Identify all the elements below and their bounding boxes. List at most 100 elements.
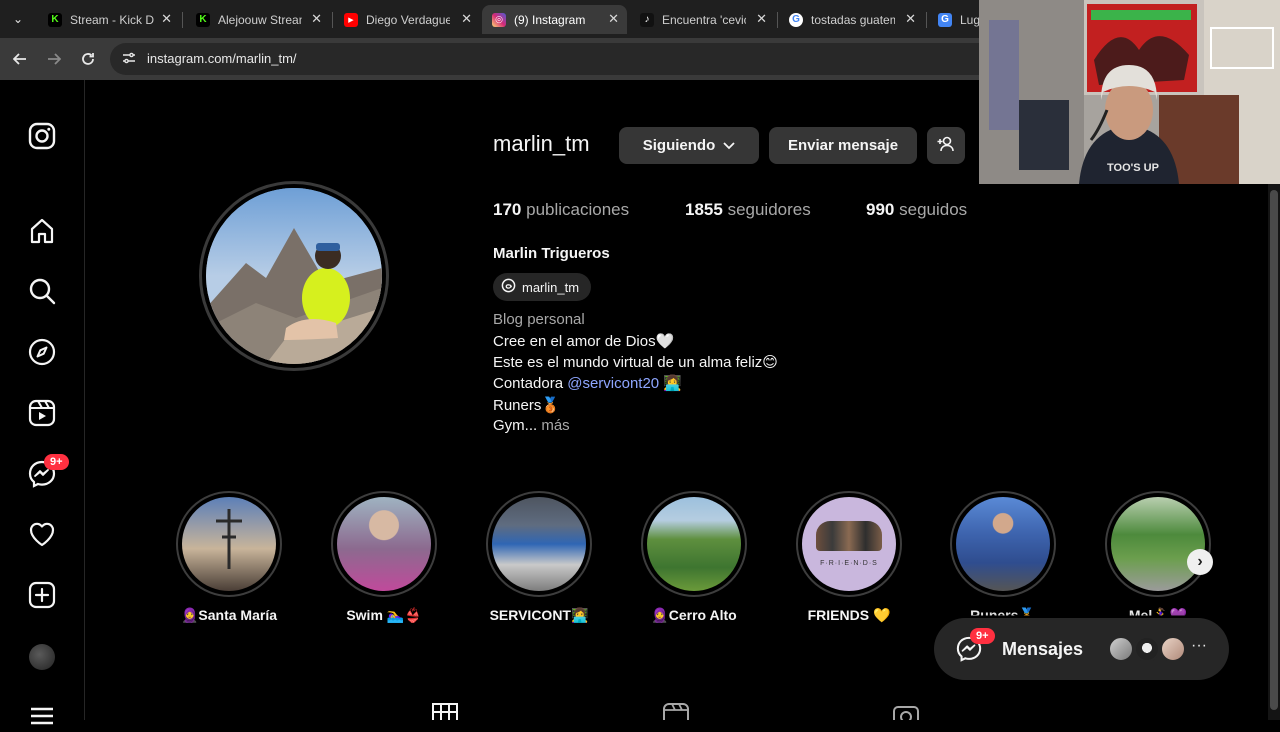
following-stat-label: seguidos [899, 200, 968, 219]
followers-count: 1855 [685, 200, 723, 219]
story-highlight[interactable]: F·R·I·E·N·D·S FRIENDS 💛 [796, 491, 902, 623]
google-icon: G [789, 12, 803, 27]
followers-stat[interactable]: 1855 seguidores [685, 200, 811, 220]
highlight-label: 🧕Santa María [180, 607, 278, 623]
reels-icon[interactable] [26, 397, 58, 429]
notifications-heart-icon[interactable] [26, 518, 58, 550]
explore-compass-icon[interactable] [26, 336, 58, 368]
highlight-cover [956, 497, 1050, 591]
highlights-next-chevron-icon[interactable]: › [1187, 549, 1213, 575]
highlight-label: SERVICONT👩‍💻 [489, 607, 589, 623]
following-label: Siguiendo [642, 137, 716, 154]
story-highlight[interactable]: Runers🏅 [950, 491, 1056, 616]
story-highlight[interactable]: Mel🏃‍♀️💜 [1105, 491, 1211, 616]
highlight-label: FRIENDS 💛 [807, 607, 891, 623]
highlight-label: 🧕Cerro Alto [651, 607, 737, 623]
bio-line: Contadora @servicont20 👩‍💻 [493, 374, 682, 392]
send-message-button[interactable]: Enviar mensaje [769, 127, 917, 164]
threads-badge[interactable]: marlin_tm [493, 273, 592, 301]
tab-search-chevron-icon[interactable]: ⌄ [8, 9, 28, 29]
youtube-icon: ▶ [344, 12, 358, 27]
bio-mention-link[interactable]: @servicont20 [567, 375, 659, 392]
story-highlight[interactable]: 🧕Cerro Alto [641, 491, 747, 623]
bio-text: Gym... [493, 417, 538, 434]
posts-count: 170 [493, 200, 522, 219]
posts-grid-tab-icon[interactable] [432, 703, 458, 729]
highlight-cover [492, 497, 586, 591]
close-tab-icon[interactable]: ✕ [461, 11, 472, 27]
story-highlight[interactable]: Swim 🏊‍♀️👙 [331, 491, 437, 623]
browser-tab[interactable]: G tostadas guatem ✕ [779, 5, 924, 34]
browser-tab[interactable]: K Alejoouw Stream ✕ [186, 5, 330, 34]
create-plus-icon[interactable] [26, 579, 58, 611]
page-scrollbar-thumb[interactable] [1270, 190, 1278, 710]
profile-category: Blog personal [493, 311, 585, 328]
send-message-label: Enviar mensaje [787, 137, 899, 154]
reels-tab-icon[interactable] [663, 703, 689, 729]
more-dots-icon: ··· [1191, 637, 1207, 654]
forward-arrow-icon[interactable] [44, 49, 64, 69]
highlight-cover: F·R·I·E·N·D·S [802, 497, 896, 591]
bio-line: Este es el mundo virtual de un alma feli… [493, 354, 778, 371]
shirt-text: TOO'S UP [1107, 162, 1159, 174]
messages-label: Mensajes [1002, 639, 1084, 659]
browser-tab[interactable]: G Luga [928, 5, 980, 34]
highlight-cover [182, 497, 276, 591]
messages-count-badge: 9+ [970, 628, 995, 644]
highlight-label: Swim 🏊‍♀️👙 [346, 607, 422, 623]
tab-title: Stream - Kick Da [70, 12, 154, 27]
webcam-overlay: TOO'S UP [979, 0, 1280, 184]
following-count: 990 [866, 200, 895, 219]
highlight-cover [1111, 497, 1205, 591]
close-tab-icon[interactable]: ✕ [311, 11, 322, 27]
story-highlight[interactable]: 🧕Santa María [176, 491, 282, 623]
recent-contact-avatar [1160, 636, 1186, 662]
suggested-accounts-button[interactable] [927, 127, 965, 164]
search-icon[interactable] [26, 275, 58, 307]
tab-title: Alejoouw Stream [218, 12, 302, 27]
posts-label: publicaciones [526, 200, 630, 219]
browser-tab-active[interactable]: ◎ (9) Instagram ✕ [482, 5, 627, 34]
home-icon[interactable] [26, 215, 58, 247]
instagram-logo-icon[interactable] [26, 120, 58, 152]
add-person-icon [937, 136, 955, 156]
more-menu-icon[interactable] [26, 700, 58, 732]
following-stat[interactable]: 990 seguidos [866, 200, 967, 220]
messages-badge: 9+ [44, 454, 69, 470]
profile-username: marlin_tm [493, 131, 590, 156]
threads-icon [501, 278, 516, 296]
recent-contact-avatar [1134, 636, 1160, 662]
browser-tab[interactable]: K Stream - Kick Da ✕ [38, 5, 180, 34]
kick-icon: K [196, 12, 210, 27]
reload-icon[interactable] [78, 49, 98, 69]
close-tab-icon[interactable]: ✕ [756, 11, 767, 27]
bio-line: Gym... más [493, 417, 570, 434]
following-button[interactable]: Siguiendo [619, 127, 759, 164]
tab-title: tostadas guatem [811, 12, 895, 27]
bio-more-link[interactable]: más [541, 417, 569, 434]
site-settings-icon[interactable] [122, 51, 136, 70]
bio-text: Contadora [493, 375, 568, 392]
close-tab-icon[interactable]: ✕ [905, 11, 916, 27]
google-translate-icon: G [938, 12, 952, 27]
highlight-cover [337, 497, 431, 591]
profile-avatar[interactable] [206, 188, 382, 364]
tab-title: Diego Verdague [366, 12, 450, 27]
tab-title: Luga [960, 12, 980, 27]
close-tab-icon[interactable]: ✕ [161, 11, 172, 27]
tagged-tab-icon[interactable] [893, 703, 919, 728]
bio-line: Cree en el amor de Dios🤍 [493, 333, 675, 350]
tab-title: Encuentra 'cevic [662, 12, 746, 27]
browser-tab[interactable]: ♪ Encuentra 'cevic ✕ [630, 5, 775, 34]
browser-tab[interactable]: ▶ Diego Verdague ✕ [334, 5, 480, 34]
close-tab-icon[interactable]: ✕ [608, 11, 619, 27]
profile-avatar-icon[interactable] [26, 641, 58, 673]
back-arrow-icon[interactable] [10, 49, 30, 69]
story-highlight[interactable]: SERVICONT👩‍💻 [486, 491, 592, 623]
instagram-sidebar: 9+ [0, 80, 85, 725]
messages-floating-button[interactable]: 9+ Mensajes ··· [934, 618, 1229, 680]
kick-icon: K [48, 12, 62, 27]
posts-stat: 170 publicaciones [493, 200, 629, 220]
instagram-icon: ◎ [492, 12, 506, 27]
threads-handle: marlin_tm [522, 279, 580, 295]
